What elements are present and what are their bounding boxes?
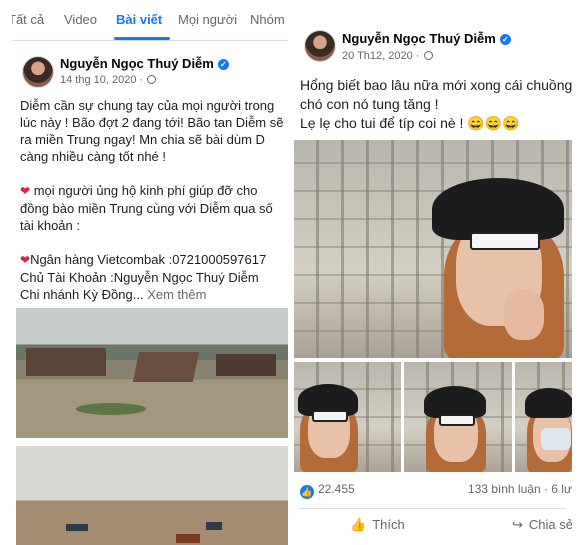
selfie-photo[interactable] [294, 140, 572, 358]
verified-badge-icon: ✓ [217, 59, 229, 70]
avatar[interactable] [22, 56, 54, 88]
heart-icon: ❤ [20, 253, 31, 267]
post-line: chó con nó tung tăng ! [300, 96, 439, 112]
post-line: ra miền Trung ngay! Mn chia sẽ bài dùm D [20, 132, 265, 147]
share-label: Chia sẻ [528, 517, 572, 532]
left-post-screenshot: Tất cả Video Bài viết Mọi người Nhóm Ngu… [12, 0, 288, 545]
post-line: càng nhiều càng tốt nhé ! [20, 149, 167, 164]
comment-count[interactable]: 133 bình luận · 6 lư [468, 482, 572, 496]
author-name[interactable]: Nguyễn Ngọc Thuý Diễm ✓ [60, 56, 229, 71]
globe-icon [147, 75, 157, 84]
like-label: Thích [372, 517, 405, 532]
search-tabs: Tất cả Video Bài viết Mọi người Nhóm [12, 0, 288, 41]
avatar[interactable] [304, 30, 336, 62]
post-line: tài khoản : [20, 218, 80, 233]
post-date[interactable]: 20 Th12, 2020 · [342, 50, 433, 62]
bank-line: Ngân hàng Vietcombak :0721000597617 [30, 252, 267, 267]
like-reaction-icon: 👍 [300, 485, 314, 499]
post-text: Hổng biết bao lâu nữa mới xong cái chuồn… [300, 76, 572, 133]
post-text: Diễm cần sự chung tay của mọi người tron… [20, 97, 283, 303]
post-line: đồng bào miền Trung cùng với Diễm qua số [20, 201, 273, 216]
globe-icon [423, 51, 433, 60]
post-stats: 👍 22.455 133 bình luận · 6 lư [300, 482, 572, 502]
tab-video[interactable]: Video [64, 12, 97, 27]
selfie-photo[interactable] [294, 362, 401, 472]
branch-line: Chi nhánh Kỳ Đồng... [20, 287, 144, 302]
post-date[interactable]: 14 thg 10, 2020 · [60, 74, 157, 86]
post-line: Lẹ lẹ cho tui để típ coi nè ! 😄😄😄 [300, 115, 520, 131]
thumbs-up-icon: 👍 [350, 517, 367, 532]
tab-groups[interactable]: Nhóm [250, 12, 285, 27]
post-line: mọi người ủng hộ kinh phí giúp đỡ cho [33, 183, 258, 198]
reaction-count[interactable]: 22.455 [318, 482, 355, 496]
selfie-photo[interactable] [404, 362, 512, 472]
heart-icon: ❤ [20, 184, 31, 198]
post-line: lúc này ! Bão đợt 2 đang tới! Bão tan Di… [20, 115, 284, 130]
flood-photo[interactable] [16, 308, 288, 438]
active-tab-indicator [114, 37, 170, 40]
post-line: Hổng biết bao lâu nữa mới xong cái chuồn… [300, 77, 572, 93]
verified-badge-icon: ✓ [499, 34, 511, 45]
tab-posts[interactable]: Bài viết [116, 12, 162, 27]
flood-photo[interactable] [16, 446, 288, 545]
right-post-screenshot: Nguyễn Ngọc Thuý Diễm ✓ 20 Th12, 2020 · H… [294, 12, 572, 542]
selfie-photo[interactable] [515, 362, 572, 472]
see-more-link[interactable]: Xem thêm [147, 287, 206, 302]
divider [300, 508, 566, 509]
like-button[interactable]: 👍 Thích [350, 517, 405, 533]
author-name[interactable]: Nguyễn Ngọc Thuý Diễm ✓ [342, 31, 511, 46]
tab-all[interactable]: Tất cả [12, 12, 44, 27]
share-button[interactable]: ↪ Chia sẻ [512, 517, 572, 533]
post-line: Diễm cần sự chung tay của mọi người tron… [20, 98, 275, 113]
tab-people[interactable]: Mọi người [178, 12, 237, 27]
share-arrow-icon: ↪ [512, 517, 523, 532]
account-holder-line: Chủ Tài Khoản :Nguyễn Ngọc Thuý Diễm [20, 270, 259, 285]
